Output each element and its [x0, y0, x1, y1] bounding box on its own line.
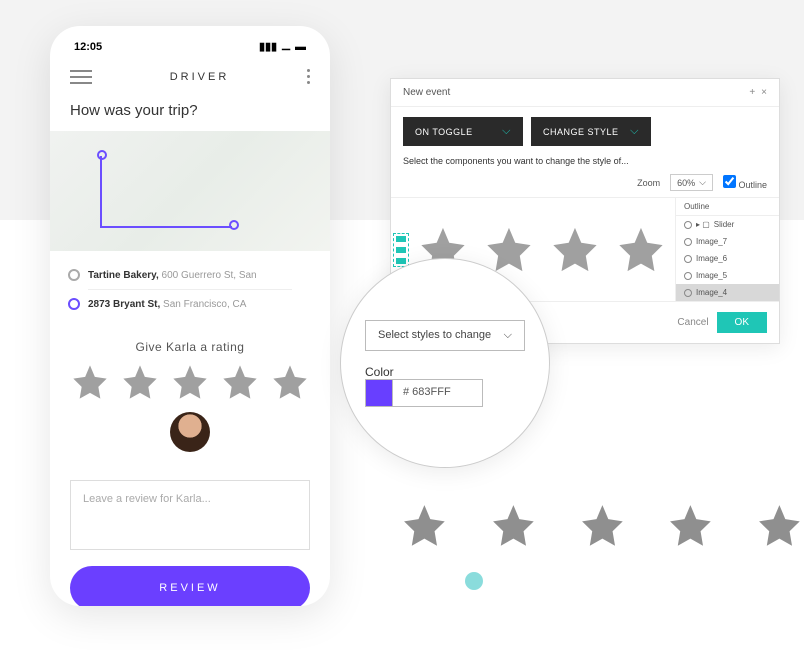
origin-name: Tartine Bakery, — [88, 270, 159, 281]
eye-icon[interactable] — [684, 255, 692, 263]
color-input[interactable]: # 683FFF — [393, 379, 483, 407]
close-icon[interactable]: × — [761, 87, 767, 98]
dest-addr: San Francisco, CA — [160, 299, 246, 310]
outline-item-image5[interactable]: Image_5 — [676, 267, 779, 284]
zoom-select[interactable]: 60% ⌵ — [670, 174, 713, 191]
phone-mockup: 12:05 ▮▮▮ ⚊ ▬ DRIVER How was your trip? … — [50, 26, 330, 606]
ok-button[interactable]: OK — [717, 312, 767, 333]
dest-icon — [68, 298, 80, 310]
action-select[interactable]: CHANGE STYLE ⌵ — [531, 117, 651, 146]
star-icon[interactable] — [666, 501, 715, 550]
canvas-star[interactable] — [549, 222, 601, 277]
driver-avatar — [170, 412, 210, 452]
addresses: Tartine Bakery, 600 Guerrero St, San 287… — [50, 251, 330, 328]
wifi-icon: ⚊ — [281, 40, 291, 53]
review-button[interactable]: REVIEW — [70, 566, 310, 606]
origin-pin-icon — [96, 149, 108, 161]
star-icon[interactable] — [270, 362, 310, 402]
outline-item-image6[interactable]: Image_6 — [676, 250, 779, 267]
signal-icon: ▮▮▮ — [259, 40, 277, 53]
outline-title: Outline — [676, 198, 779, 216]
outline-item-image4[interactable]: Image_4 — [676, 284, 779, 301]
star-icon[interactable] — [755, 501, 804, 550]
star-icon[interactable] — [170, 362, 210, 402]
trip-question: How was your trip? — [50, 92, 330, 131]
dest-row: 2873 Bryant St, San Francisco, CA — [68, 292, 312, 316]
outline-panel: Outline ▸ ▢Slider Image_7 Image_6 Image_… — [675, 198, 779, 301]
battery-icon: ▬ — [295, 41, 306, 53]
magnifier: Select styles to change ⌵ Color # 683FFF — [340, 258, 550, 468]
panel-instruction: Select the components you want to change… — [391, 156, 779, 174]
eye-icon[interactable] — [684, 289, 692, 297]
star-icon[interactable] — [220, 362, 260, 402]
chevron-down-icon: ⌵ — [504, 329, 512, 342]
status-bar: 12:05 ▮▮▮ ⚊ ▬ — [50, 26, 330, 61]
dest-pin-icon — [228, 219, 240, 231]
trip-map[interactable] — [50, 131, 330, 251]
status-time: 12:05 — [74, 41, 102, 53]
rating-title: Give Karla a rating — [70, 340, 310, 354]
eye-icon[interactable] — [684, 238, 692, 246]
star-icon[interactable] — [70, 362, 110, 402]
chevron-down-icon: ⌵ — [502, 125, 511, 138]
chevron-down-icon: ⌵ — [699, 177, 706, 188]
color-swatch[interactable] — [365, 379, 393, 407]
canvas-star-selected[interactable] — [399, 239, 403, 261]
header-title: DRIVER — [170, 71, 230, 83]
cancel-button[interactable]: Cancel — [677, 317, 708, 328]
eye-icon[interactable] — [684, 272, 692, 280]
dest-name: 2873 Bryant St, — [88, 299, 160, 310]
trigger-select[interactable]: ON TOGGLE ⌵ — [403, 117, 523, 146]
chevron-down-icon: ⌵ — [630, 125, 639, 138]
review-input[interactable]: Leave a review for Karla... — [70, 480, 310, 550]
star-icon[interactable] — [489, 501, 538, 550]
outline-toggle[interactable]: Outline — [723, 175, 767, 190]
star-icon[interactable] — [120, 362, 160, 402]
star-icon[interactable] — [400, 501, 449, 550]
eye-icon[interactable] — [684, 221, 692, 229]
rating-stars — [70, 362, 310, 402]
outline-item-slider[interactable]: ▸ ▢Slider — [676, 216, 779, 233]
outline-item-image7[interactable]: Image_7 — [676, 233, 779, 250]
app-header: DRIVER — [50, 61, 330, 92]
star-icon[interactable] — [578, 501, 627, 550]
origin-addr: 600 Guerrero St, San — [159, 270, 257, 281]
styles-select[interactable]: Select styles to change ⌵ — [365, 320, 525, 351]
origin-row: Tartine Bakery, 600 Guerrero St, San — [68, 263, 312, 287]
rating-section: Give Karla a rating — [50, 328, 330, 464]
color-label: Color — [365, 365, 525, 379]
canvas-star[interactable] — [615, 222, 667, 277]
hamburger-icon[interactable] — [70, 70, 92, 84]
preview-stars — [400, 501, 804, 550]
zoom-label: Zoom — [637, 178, 660, 188]
panel-header: New event + × — [391, 79, 779, 107]
more-icon[interactable] — [307, 69, 310, 84]
add-icon[interactable]: + — [749, 87, 755, 98]
panel-title: New event — [403, 87, 450, 98]
origin-icon — [68, 269, 80, 281]
slider-handle[interactable] — [465, 572, 483, 590]
